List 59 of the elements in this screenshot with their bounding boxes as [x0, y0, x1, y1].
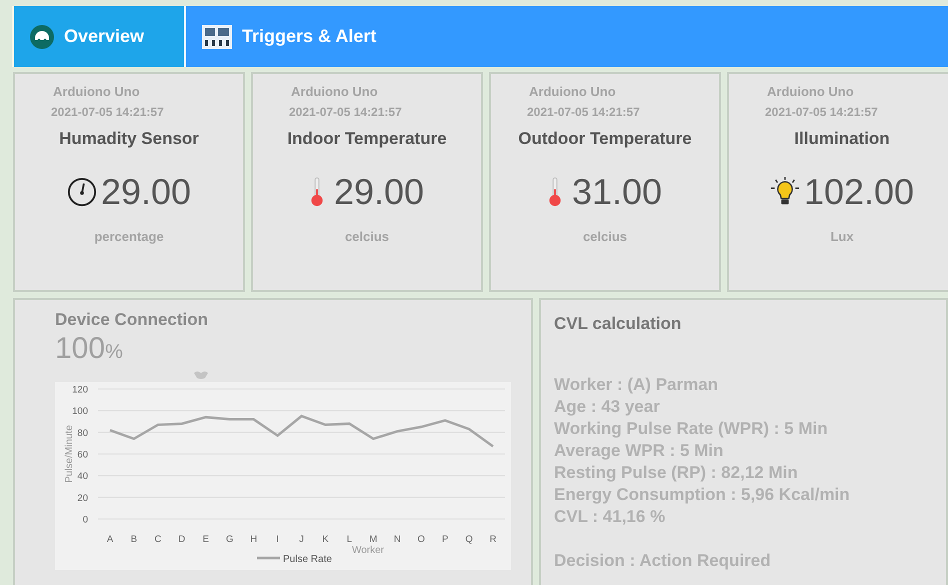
x-tick-label: E	[202, 534, 209, 545]
x-tick-label: R	[490, 534, 496, 545]
x-tick-label: C	[154, 534, 162, 545]
y-tick-label: 40	[77, 471, 88, 482]
x-tick-label: I	[276, 534, 279, 545]
x-tick-label: M	[369, 534, 378, 545]
sensor-title: Humadity Sensor	[59, 129, 199, 149]
x-tick-label: P	[442, 534, 448, 545]
lightbulb-icon	[770, 177, 800, 207]
y-tick-label: 80	[77, 428, 88, 439]
sensor-value: 31.00	[572, 171, 662, 213]
unit-label: percentage	[94, 229, 164, 244]
x-tick-label: Q	[465, 534, 473, 545]
device-name: Arduiono Uno	[291, 84, 378, 99]
y-tick-label: 120	[72, 384, 88, 396]
tab[interactable]: Overview	[14, 6, 186, 67]
legend-swatch	[257, 556, 280, 560]
panel-title: CVL calculation	[554, 314, 682, 334]
x-axis-title: Worker	[352, 545, 384, 556]
sensor-title: Outdoor Temperature	[518, 129, 692, 149]
unit-label: celcius	[344, 229, 390, 244]
thermometer-icon	[310, 177, 324, 207]
y-axis-title: Pulse/Minute	[64, 425, 75, 483]
x-tick-label: G	[226, 534, 234, 545]
x-tick-label: K	[322, 534, 329, 545]
y-tick-label: 100	[72, 406, 88, 418]
percent-sign: %	[105, 341, 123, 364]
unit-label: Lux	[830, 229, 854, 244]
gauge-icon	[66, 177, 97, 207]
x-tick-label: D	[178, 534, 186, 545]
x-tick-label: N	[394, 534, 401, 545]
timestamp: 2021-07-05 14:21:57	[765, 105, 878, 119]
x-tick-label: L	[346, 534, 352, 545]
x-tick-label: H	[250, 534, 258, 545]
timestamp: 2021-07-05 14:21:57	[51, 105, 164, 119]
thermometer-icon	[548, 177, 562, 207]
dashboard-icon	[30, 24, 54, 48]
device-name: Arduiono Uno	[53, 84, 140, 99]
timestamp: 2021-07-05 14:21:57	[527, 105, 640, 119]
x-tick-label: A	[106, 534, 114, 545]
x-tick-label: J	[299, 534, 304, 545]
sensor-value: 29.00	[334, 171, 424, 213]
connection-value: 100	[55, 332, 106, 366]
sensor-value: 29.00	[100, 171, 192, 213]
timestamp: 2021-07-05 14:21:57	[289, 105, 402, 119]
device-name: Arduiono Uno	[767, 84, 854, 99]
y-tick-label: 0	[82, 514, 88, 526]
y-tick-label: 60	[77, 450, 88, 460]
sensor-title: Illumination	[794, 129, 890, 149]
x-tick-label: B	[130, 534, 138, 545]
x-tick-label: O	[418, 534, 425, 545]
device-name: Arduiono Uno	[529, 84, 616, 99]
panel-title: Device Connection	[55, 310, 210, 330]
y-tick-label: 20	[77, 492, 88, 504]
sensor-title: Indoor Temperature	[287, 129, 447, 149]
legend-label: Pulse Rate	[283, 554, 332, 565]
sensor-value: 102.00	[804, 171, 914, 213]
unit-label: celcius	[582, 229, 628, 244]
control-panel-icon	[202, 24, 232, 48]
